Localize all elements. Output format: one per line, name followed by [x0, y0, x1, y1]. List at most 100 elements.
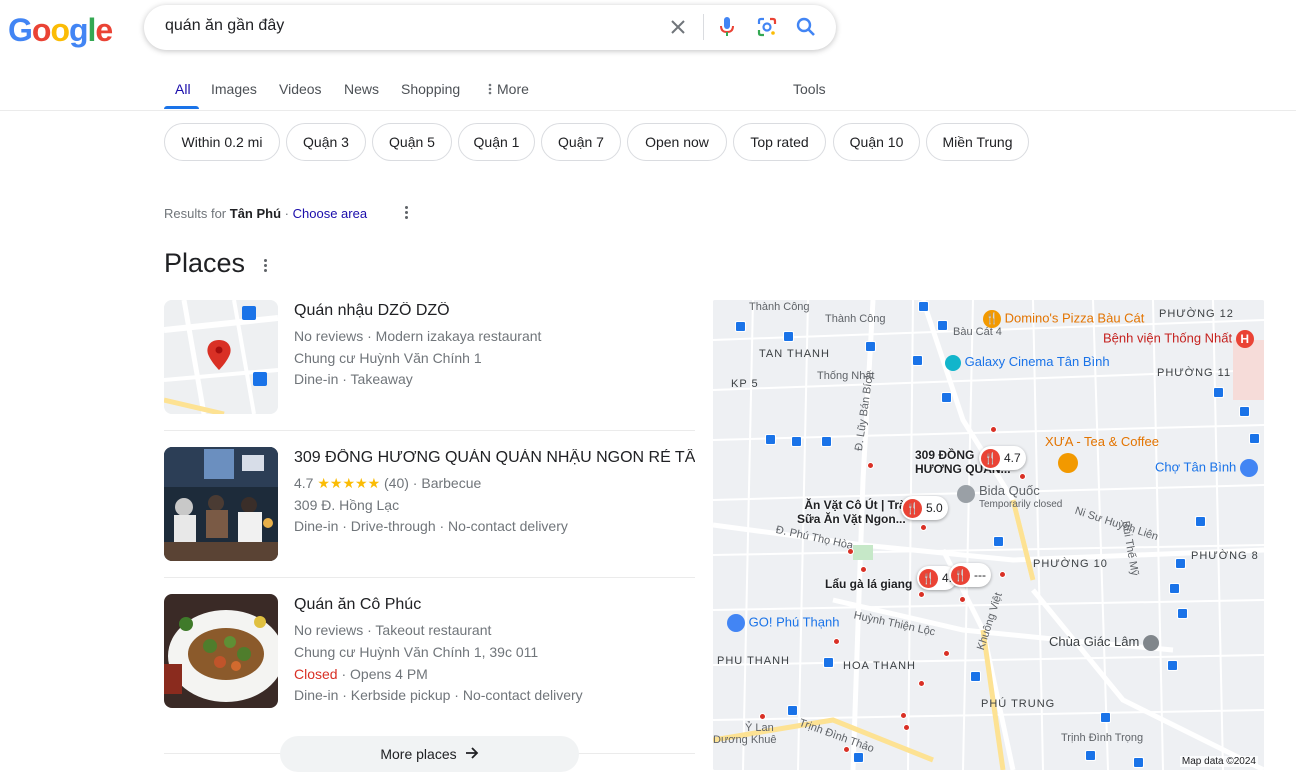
map-street-label: Thành Công	[749, 301, 810, 313]
bus-stop-icon	[1239, 406, 1250, 417]
bus-stop-icon	[1133, 757, 1144, 768]
map-pin-label-line: Lẩu gà lá giang	[825, 577, 913, 591]
place-marker-dot	[920, 524, 927, 531]
bus-stop-icon	[865, 341, 876, 352]
bus-stop-icon	[1100, 712, 1111, 723]
place-card[interactable]: Quán nhậu DZÔ DZÔ No reviews · Modern iz…	[164, 300, 695, 415]
map-poi-chua[interactable]: Chùa Giác Lâm	[1049, 634, 1159, 651]
map-pin-label: Ăn Vặt Cô Út | Trà Sữa Ăn Vặt Ngon...	[797, 498, 906, 526]
bus-stop-icon	[765, 434, 776, 445]
place-marker-dot	[900, 712, 907, 719]
bus-stop-icon	[735, 321, 746, 332]
place-name[interactable]: Quán nhậu DZÔ DZÔ	[294, 302, 695, 320]
tab-news[interactable]: News	[344, 81, 379, 97]
bus-stop-icon	[1175, 558, 1186, 569]
tab-all[interactable]: All	[175, 81, 191, 97]
tab-videos[interactable]: Videos	[279, 81, 322, 97]
chip-quan-10[interactable]: Quận 10	[833, 123, 920, 161]
google-logo[interactable]: Google	[8, 12, 113, 49]
search-box[interactable]: quán ăn gần đây	[144, 5, 836, 50]
place-marker-dot	[847, 548, 854, 555]
map-poi-xua[interactable]: XƯA - Tea & Coffee	[1045, 434, 1159, 449]
tab-more[interactable]: More	[488, 81, 529, 98]
chip-quan-3[interactable]: Quận 3	[286, 123, 366, 161]
restaurant-icon: 🍴	[983, 310, 1001, 328]
more-vert-icon	[488, 82, 492, 98]
place-name[interactable]: Quán ăn Cô Phúc	[294, 596, 695, 614]
place-marker-dot	[918, 591, 925, 598]
place-marker-dot	[843, 746, 850, 753]
results-options-icon[interactable]	[405, 206, 409, 221]
tools-button[interactable]: Tools	[793, 81, 826, 97]
chip-quan-7[interactable]: Quận 7	[541, 123, 621, 161]
search-divider	[703, 14, 704, 40]
tab-images[interactable]: Images	[211, 81, 257, 97]
map-pin-309-dong-huong[interactable]: 🍴 4.7	[979, 446, 1026, 470]
place-card[interactable]: Quán ăn Cô Phúc No reviews · Takeout res…	[164, 594, 695, 709]
chip-mien-trung[interactable]: Miền Trung	[926, 123, 1029, 161]
place-divider	[164, 430, 695, 431]
map-area-label: PHU THANH	[717, 655, 790, 667]
places-map[interactable]: KP 5 TAN THANH PHƯỜNG 12 PHƯỜNG 11 PHƯỜN…	[713, 300, 1264, 770]
search-icon[interactable]	[794, 15, 818, 39]
restaurant-icon: 🍴	[919, 568, 938, 588]
place-marker-dot	[918, 680, 925, 687]
map-poi-hospital[interactable]: Bệnh viện Thống Nhất H	[1103, 330, 1254, 348]
restaurant-icon: 🍴	[903, 498, 922, 518]
map-poi-galaxy[interactable]: Galaxy Cinema Tân Bình	[945, 354, 1110, 371]
bus-stop-icon	[791, 436, 802, 447]
map-area-label: KP 5	[731, 378, 759, 390]
logo-letter: g	[68, 12, 89, 48]
place-photo	[164, 447, 278, 561]
rating-stars-icon: ★★★★★	[317, 475, 381, 491]
bus-stop-icon	[821, 436, 832, 447]
map-poi-cho-tan-binh[interactable]: Chợ Tân Bình	[1155, 459, 1258, 477]
map-poi-go[interactable]: GO! Phú Thạnh	[727, 614, 839, 632]
bus-stop-icon	[1169, 583, 1180, 594]
place-card[interactable]: 309 ĐỒNG HƯƠNG QUÁN QUÁN NHẬU NGON RẺ TÂ…	[164, 447, 695, 562]
map-area-label: PHƯỜNG 8	[1191, 550, 1259, 562]
choose-area-link[interactable]: Choose area	[293, 206, 367, 221]
restaurant-icon: 🍴	[981, 448, 1000, 468]
tab-shopping[interactable]: Shopping	[401, 81, 460, 97]
map-poi-bida[interactable]: Bida Quốc	[979, 483, 1040, 498]
place-marker-dot	[999, 571, 1006, 578]
map-poi-label: GO! Phú Thạnh	[748, 614, 840, 630]
map-poi-label: Domino's Pizza Bàu Cát	[1004, 310, 1145, 326]
map-street-label: Thành Công	[825, 313, 886, 325]
place-map-thumbnail	[164, 300, 278, 414]
lens-icon[interactable]	[755, 15, 779, 39]
map-street-label: Ỷ Lan	[745, 722, 774, 734]
more-places-button[interactable]: More places	[280, 736, 579, 772]
place-hours: Closed · Opens 4 PM	[294, 666, 428, 682]
map-street-label: Dương Khuê	[713, 734, 777, 746]
place-services: Dine-in · Kerbside pickup · No-contact d…	[294, 687, 583, 703]
chip-quan-1[interactable]: Quận 1	[458, 123, 535, 161]
logo-letter: G	[8, 12, 33, 48]
map-pin-an-vat-co-ut[interactable]: 🍴 5.0	[901, 496, 948, 520]
bus-stop-icon	[1195, 516, 1206, 527]
place-services: Dine-in · Takeaway	[294, 371, 413, 387]
map-poi-label: Chùa Giác Lâm	[1049, 634, 1140, 649]
chip-top-rated[interactable]: Top rated	[733, 123, 826, 161]
chip-quan-5[interactable]: Quận 5	[372, 123, 452, 161]
place-name[interactable]: 309 ĐỒNG HƯƠNG QUÁN QUÁN NHẬU NGON RẺ TÂ…	[294, 449, 695, 467]
chip-within-distance[interactable]: Within 0.2 mi	[164, 123, 280, 161]
map-pin-quan-nhau-dzo-dzo[interactable]: 🍴 ---	[949, 563, 991, 587]
bus-stop-icon	[937, 320, 948, 331]
places-options-icon[interactable]	[264, 259, 268, 274]
search-input[interactable]: quán ăn gần đây	[165, 17, 284, 35]
microphone-icon[interactable]	[715, 15, 739, 39]
map-poi-label: XƯA - Tea & Coffee	[1045, 434, 1159, 449]
results-for-prefix: Results for	[164, 206, 227, 221]
bus-stop-icon	[853, 752, 864, 763]
place-rating-line: 4.7 ★★★★★ (40) · Barbecue	[294, 475, 481, 492]
map-area-label: PHƯỜNG 11	[1157, 367, 1232, 379]
chip-open-now[interactable]: Open now	[627, 123, 727, 161]
place-services: Dine-in · Drive-through · No-contact del…	[294, 518, 568, 534]
clear-icon[interactable]	[666, 15, 690, 39]
place-marker-dot	[959, 596, 966, 603]
map-poi-dominos[interactable]: 🍴 Domino's Pizza Bàu Cát	[983, 310, 1144, 328]
bus-stop-icon	[1213, 387, 1224, 398]
cafe-icon	[1058, 453, 1078, 473]
